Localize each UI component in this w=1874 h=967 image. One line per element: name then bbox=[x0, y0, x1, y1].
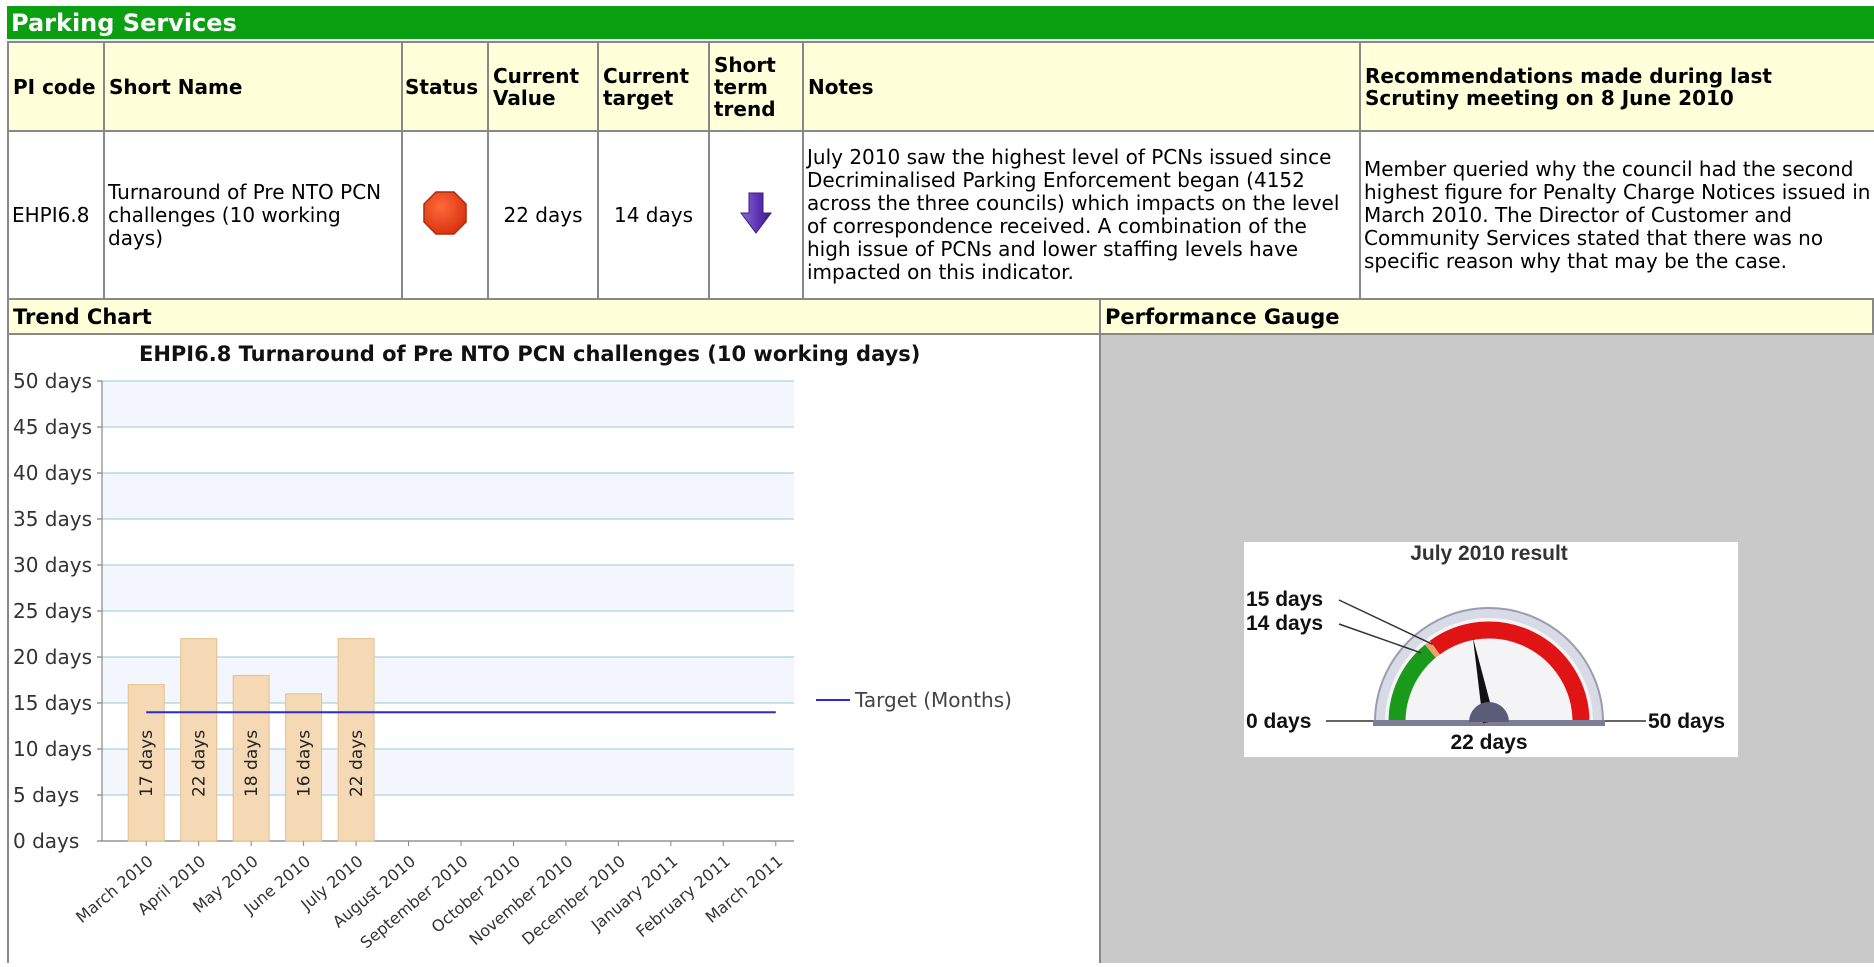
bar-label: 22 days bbox=[347, 730, 367, 797]
grid-band bbox=[102, 565, 794, 611]
y-tick-label: 5 days bbox=[13, 783, 79, 807]
down-arrow-icon bbox=[740, 192, 772, 240]
gauge-max-label: 50 days bbox=[1648, 710, 1725, 733]
y-tick-label: 30 days bbox=[13, 553, 92, 577]
short-name-cell: Turnaround of Pre NTO PCN challenges (10… bbox=[103, 130, 403, 300]
gauge-title: July 2010 result bbox=[1410, 542, 1568, 565]
pi-code-cell: EHPI6.8 bbox=[7, 130, 105, 300]
x-tick-label: February 2011 bbox=[632, 852, 734, 942]
header-recommendations: Recommendations made during last Scrutin… bbox=[1359, 41, 1874, 132]
bar-label: 16 days bbox=[295, 730, 315, 797]
performance-gauge-panel: July 2010 result 15 days 14 days 0 days 50 d… bbox=[1101, 335, 1874, 963]
y-tick-label: 15 days bbox=[13, 691, 92, 715]
header-notes: Notes bbox=[802, 41, 1361, 132]
recommendations-cell: Member queried why the council had the s… bbox=[1359, 130, 1874, 300]
parking-services-report: Parking Services PI code Short Name Stat… bbox=[7, 6, 1874, 963]
header-short-term-trend: Short term trend bbox=[708, 41, 804, 132]
header-current-target: Current target bbox=[597, 41, 710, 132]
y-tick-label: 50 days bbox=[13, 369, 92, 393]
trend-chart: 0 days 5 days 10 days 15 days 20 days 25 days… bbox=[13, 342, 1012, 952]
grid-band bbox=[102, 381, 794, 427]
table-header-row: PI code Short Name Status Current Value … bbox=[7, 41, 1874, 132]
y-tick-label: 40 days bbox=[13, 461, 92, 485]
trend-cell bbox=[708, 130, 804, 300]
gauge-tick-label: 15 days bbox=[1246, 588, 1323, 611]
bar-label: 18 days bbox=[242, 730, 262, 797]
pi-table: PI code Short Name Status Current Value … bbox=[7, 41, 1874, 300]
status-cell bbox=[401, 130, 489, 300]
y-tick-label: 20 days bbox=[13, 645, 92, 669]
x-tick-label: October 2010 bbox=[428, 852, 524, 937]
gauge-min-label: 0 days bbox=[1246, 710, 1311, 733]
notes-cell: July 2010 saw the highest level of PCNs … bbox=[802, 130, 1361, 300]
y-tick-label: 0 days bbox=[13, 829, 79, 853]
y-tick-label: 25 days bbox=[13, 599, 92, 623]
chart-title: EHPI6.8 Turnaround of Pre NTO PCN challe… bbox=[139, 342, 920, 366]
legend-label: Target (Months) bbox=[854, 688, 1012, 712]
section-title: Parking Services bbox=[7, 6, 1874, 41]
y-tick-label: 10 days bbox=[13, 737, 92, 761]
current-target-cell: 14 days bbox=[597, 130, 710, 300]
section-headers: Trend Chart Performance Gauge bbox=[7, 300, 1874, 335]
gauge-band-warn bbox=[1424, 640, 1440, 658]
y-tick-label: 35 days bbox=[13, 507, 92, 531]
red-octagon-icon bbox=[422, 190, 468, 241]
current-value-cell: 22 days bbox=[487, 130, 599, 300]
y-tick-label: 45 days bbox=[13, 415, 92, 439]
gauge-value-label: 22 days bbox=[1450, 731, 1527, 754]
trend-chart-panel: 0 days 5 days 10 days 15 days 20 days 25 days… bbox=[7, 335, 1101, 963]
bar-label: 17 days bbox=[137, 730, 157, 797]
gauge-leader-15 bbox=[1338, 599, 1433, 646]
grid-band bbox=[102, 473, 794, 519]
header-current-value: Current Value bbox=[487, 41, 599, 132]
gauge-card: July 2010 result 15 days 14 days 0 days 50 d… bbox=[1244, 542, 1738, 757]
bar-label: 22 days bbox=[190, 730, 210, 797]
header-short-name: Short Name bbox=[103, 41, 403, 132]
performance-gauge: July 2010 result 15 days14 days 0 days 50 d… bbox=[1246, 542, 1725, 754]
trend-chart-label: Trend Chart bbox=[7, 300, 1101, 335]
gauge-leader-14 bbox=[1338, 623, 1422, 654]
performance-gauge-label: Performance Gauge bbox=[1101, 300, 1874, 335]
header-status: Status bbox=[401, 41, 489, 132]
table-row: EHPI6.8 Turnaround of Pre NTO PCN challe… bbox=[7, 130, 1874, 300]
gauge-tick-label: 14 days bbox=[1246, 612, 1323, 635]
header-pi-code: PI code bbox=[7, 41, 105, 132]
